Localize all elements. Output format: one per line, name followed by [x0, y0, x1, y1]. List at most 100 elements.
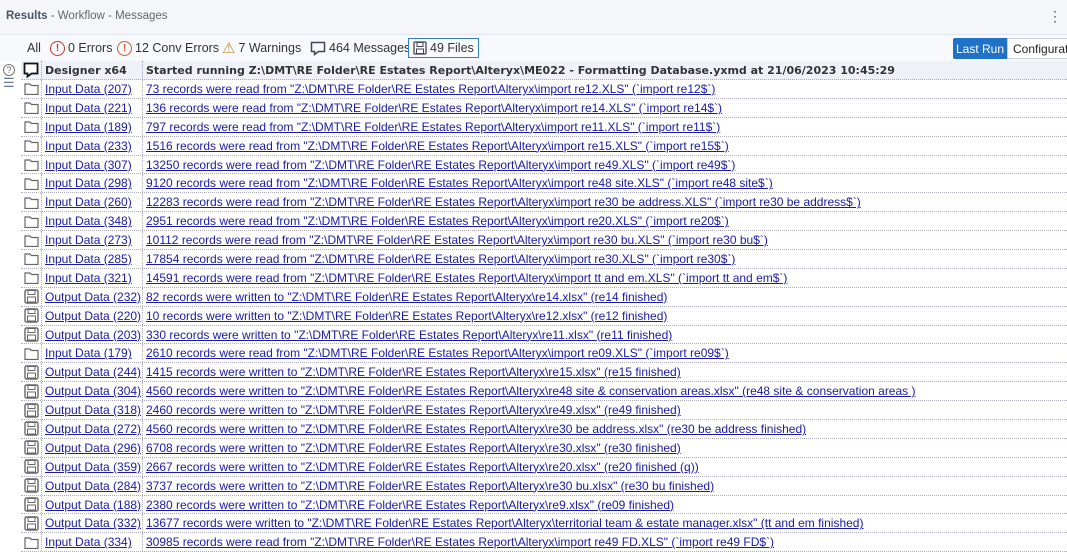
- save-icon: [21, 438, 42, 457]
- tool-link[interactable]: Input Data (273): [45, 233, 132, 247]
- message-link[interactable]: 2380 records were written to "Z:\DMT\RE …: [146, 498, 674, 512]
- tool-link[interactable]: Input Data (307): [45, 158, 132, 172]
- message-cell: 6708 records were written to "Z:\DMT\RE …: [143, 439, 681, 457]
- message-link[interactable]: 330 records were written to "Z:\DMT\RE F…: [146, 328, 672, 342]
- results-header: Results - Workflow - Messages ⋮: [0, 0, 1067, 35]
- message-link[interactable]: 13677 records were written to "Z:\DMT\RE…: [146, 516, 863, 530]
- message-link[interactable]: 9120 records were read from "Z:\DMT\RE F…: [146, 176, 773, 190]
- tool-link[interactable]: Output Data (296): [45, 441, 141, 455]
- message-cell: 10112 records were read from "Z:\DMT\RE …: [143, 231, 768, 249]
- table-row: Input Data (285) 17854 records were read …: [21, 250, 1067, 269]
- source-cell: Input Data (189): [42, 117, 143, 136]
- message-link[interactable]: 13250 records were read from "Z:\DMT\RE …: [146, 158, 735, 172]
- tool-link[interactable]: Output Data (318): [45, 403, 141, 417]
- tool-link[interactable]: Output Data (284): [45, 479, 141, 493]
- tool-link[interactable]: Output Data (220): [45, 309, 141, 323]
- tool-link[interactable]: Input Data (348): [45, 214, 132, 228]
- message-cell: 4560 records were written to "Z:\DMT\RE …: [143, 420, 806, 438]
- table-row: Input Data (307) 13250 records were read …: [21, 155, 1067, 175]
- save-icon: [21, 401, 42, 420]
- tool-link[interactable]: Output Data (232): [45, 290, 141, 304]
- folder-icon: [21, 344, 42, 363]
- tool-link[interactable]: Output Data (203): [45, 328, 141, 342]
- message-link[interactable]: 12283 records were read from "Z:\DMT\RE …: [146, 195, 861, 209]
- filter-all[interactable]: All: [27, 38, 41, 58]
- table-row: Input Data (207) 73 records were read fro…: [21, 80, 1067, 99]
- source-cell: Output Data (284): [42, 476, 143, 495]
- filter-files[interactable]: 49 Files: [408, 38, 479, 58]
- filter-messages[interactable]: 464 Messages: [310, 38, 410, 58]
- folder-icon: [21, 212, 42, 231]
- filter-conv-errors[interactable]: ! 12 Conv Errors: [117, 38, 219, 58]
- tool-link[interactable]: Output Data (332): [45, 516, 141, 530]
- message-link[interactable]: 14591 records were read from "Z:\DMT\RE …: [146, 271, 787, 285]
- tab-last-run[interactable]: Last Run: [953, 38, 1007, 59]
- table-row: Output Data (318) 2460 records were writt…: [21, 401, 1067, 421]
- message-link[interactable]: 2667 records were written to "Z:\DMT\RE …: [146, 460, 699, 474]
- source-cell: Output Data (220): [42, 306, 143, 325]
- tool-link[interactable]: Output Data (359): [45, 460, 141, 474]
- message-link[interactable]: 17854 records were read from "Z:\DMT\RE …: [146, 252, 735, 266]
- message-link[interactable]: 1516 records were read from "Z:\DMT\RE F…: [146, 139, 729, 153]
- table-row: Output Data (232) 82 records were written…: [21, 287, 1067, 307]
- table-row: Input Data (189) 797 records were read fr…: [21, 117, 1067, 137]
- message-cell: 4560 records were written to "Z:\DMT\RE …: [143, 382, 916, 400]
- help-icon[interactable]: ?: [3, 64, 15, 76]
- message-link[interactable]: 30985 records were read from "Z:\DMT\RE …: [146, 535, 774, 549]
- save-icon: [21, 457, 42, 476]
- source-cell: Input Data (273): [42, 231, 143, 250]
- more-options-icon[interactable]: ⋮: [1048, 8, 1062, 25]
- message-cell: 330 records were written to "Z:\DMT\RE F…: [143, 326, 672, 344]
- tool-link[interactable]: Input Data (207): [45, 82, 132, 96]
- message-link[interactable]: 82 records were written to "Z:\DMT\RE Fo…: [146, 290, 667, 304]
- filter-errors[interactable]: ! 0 Errors: [50, 38, 112, 58]
- tool-link[interactable]: Output Data (244): [45, 365, 141, 379]
- source-cell: Output Data (203): [42, 325, 143, 344]
- message-link[interactable]: 6708 records were written to "Z:\DMT\RE …: [146, 441, 681, 455]
- tool-link[interactable]: Input Data (285): [45, 252, 132, 266]
- source-cell: Input Data (207): [42, 80, 143, 98]
- tool-link[interactable]: Input Data (260): [45, 195, 132, 209]
- filter-warnings[interactable]: ⚠ 7 Warnings: [222, 38, 301, 58]
- message-link[interactable]: 2460 records were written to "Z:\DMT\RE …: [146, 403, 681, 417]
- message-cell: 30985 records were read from "Z:\DMT\RE …: [143, 533, 774, 551]
- tab-configuration[interactable]: Configurat: [1007, 38, 1067, 59]
- tool-link[interactable]: Output Data (188): [45, 498, 141, 512]
- message-link[interactable]: 10112 records were read from "Z:\DMT\RE …: [146, 233, 768, 247]
- table-row: Input Data (348) 2951 records were read f…: [21, 212, 1067, 232]
- message-cell: 2380 records were written to "Z:\DMT\RE …: [143, 496, 674, 514]
- breadcrumb-workflow: Workflow: [57, 10, 105, 22]
- table-row: Input Data (221) 136 records were read fr…: [21, 98, 1067, 118]
- message-link[interactable]: 73 records were read from "Z:\DMT\RE Fol…: [146, 82, 715, 96]
- tool-link[interactable]: Input Data (321): [45, 271, 132, 285]
- tool-link[interactable]: Output Data (272): [45, 422, 141, 436]
- filter-warnings-label: 7 Warnings: [238, 41, 302, 55]
- message-link[interactable]: 136 records were read from "Z:\DMT\RE Fo…: [146, 101, 722, 115]
- source-cell: Input Data (321): [42, 268, 143, 287]
- folder-icon: [21, 231, 42, 250]
- tool-link[interactable]: Input Data (189): [45, 120, 132, 134]
- message-link[interactable]: 10 records were written to "Z:\DMT\RE Fo…: [146, 309, 667, 323]
- tool-link[interactable]: Input Data (233): [45, 139, 132, 153]
- message-link[interactable]: 2951 records were read from "Z:\DMT\RE F…: [146, 214, 729, 228]
- list-view-icon[interactable]: ☰: [3, 75, 15, 91]
- message-link[interactable]: 4560 records were written to "Z:\DMT\RE …: [146, 384, 916, 398]
- tool-link[interactable]: Input Data (298): [45, 176, 132, 190]
- message-cell: 2610 records were read from "Z:\DMT\RE F…: [143, 344, 729, 362]
- tool-link[interactable]: Input Data (221): [45, 101, 132, 115]
- message-link[interactable]: 4560 records were written to "Z:\DMT\RE …: [146, 422, 806, 436]
- message-link[interactable]: 2610 records were read from "Z:\DMT\RE F…: [146, 346, 729, 360]
- tool-link[interactable]: Input Data (334): [45, 535, 132, 549]
- message-link[interactable]: 797 records were read from "Z:\DMT\RE Fo…: [146, 120, 720, 134]
- breadcrumb-messages: Messages: [115, 10, 168, 22]
- tool-link[interactable]: Output Data (304): [45, 384, 141, 398]
- message-link[interactable]: 1415 records were written to "Z:\DMT\RE …: [146, 365, 681, 379]
- filter-files-label: 49 Files: [430, 41, 474, 55]
- source-cell: Input Data (260): [42, 193, 143, 212]
- tool-link[interactable]: Input Data (179): [45, 346, 132, 360]
- source-cell: Input Data (221): [42, 98, 143, 117]
- message-link[interactable]: 3737 records were written to "Z:\DMT\RE …: [146, 479, 714, 493]
- source-cell: Input Data (307): [42, 155, 143, 174]
- source-cell: Output Data (188): [42, 495, 143, 514]
- save-icon: [21, 287, 42, 306]
